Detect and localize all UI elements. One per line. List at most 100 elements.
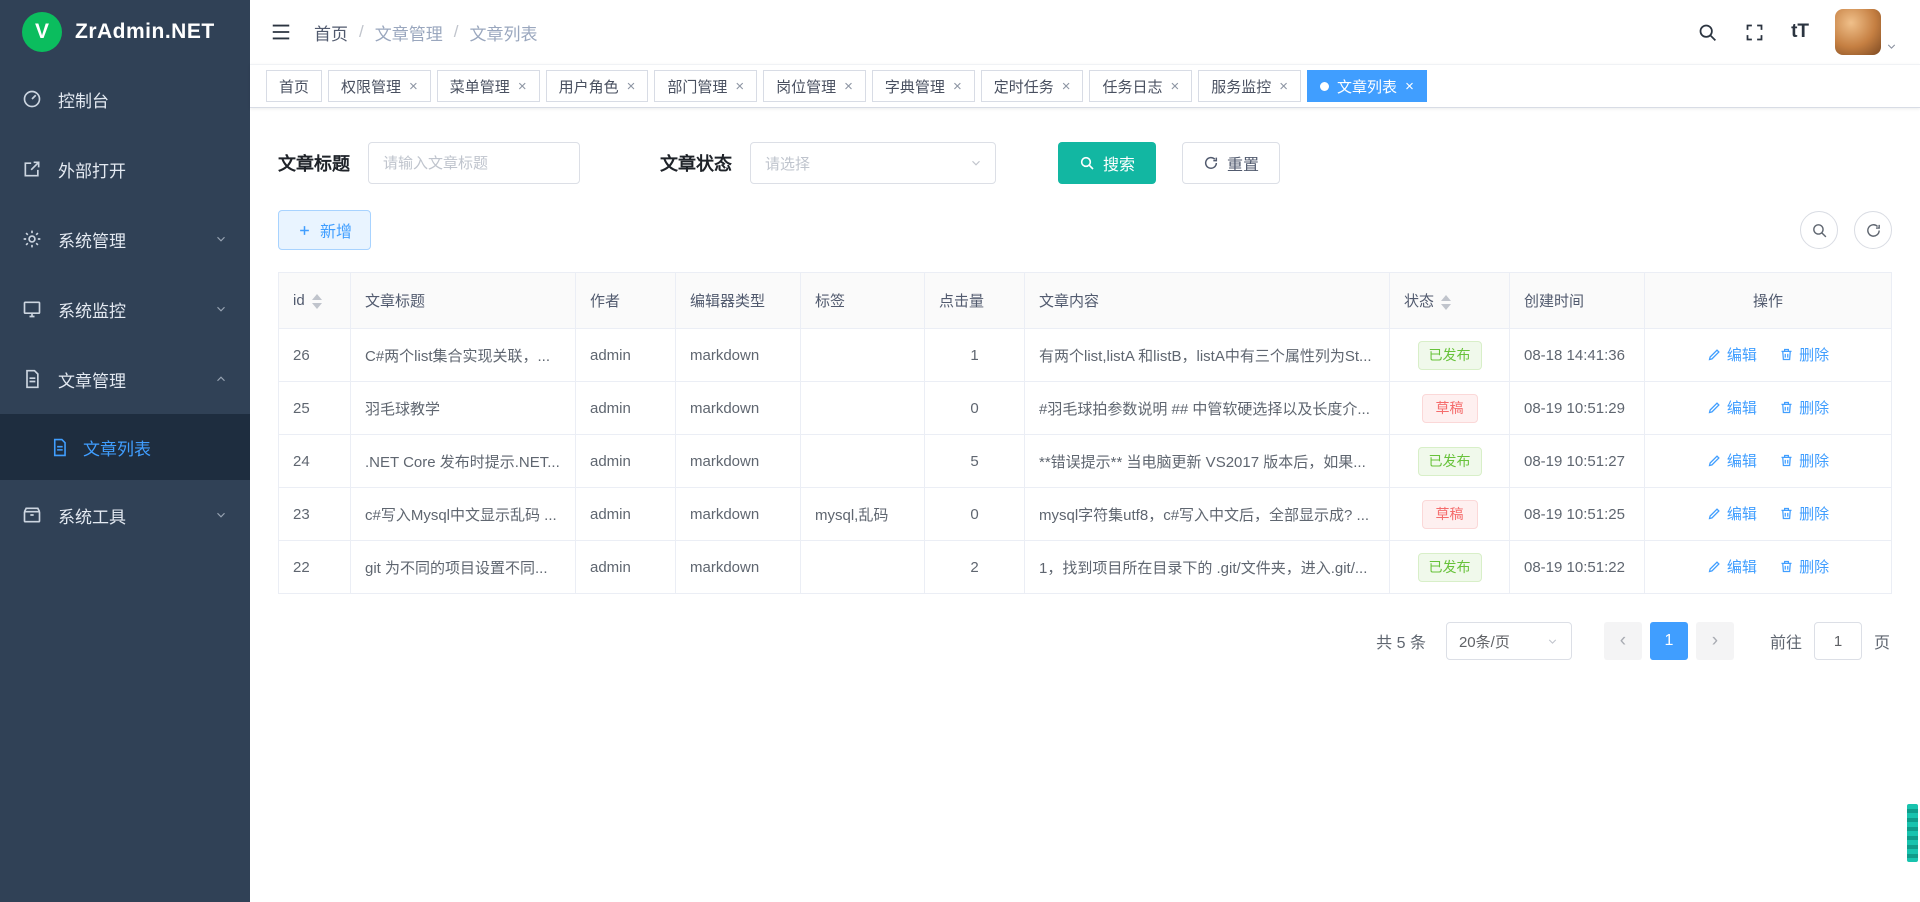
chevron-up-icon bbox=[214, 372, 228, 386]
cell-editor: markdown bbox=[676, 488, 801, 541]
close-icon[interactable]: × bbox=[409, 79, 418, 94]
col-id[interactable]: id bbox=[279, 273, 351, 329]
sort-caret-icon[interactable] bbox=[1441, 295, 1451, 310]
breadcrumb-separator: / bbox=[454, 22, 459, 42]
sidebar: V ZrAdmin.NET 控制台 外部打开 系统管理 系统监控 文章管理 bbox=[0, 0, 250, 902]
delete-link[interactable]: 删除 bbox=[1779, 503, 1829, 524]
tab-label: 服务监控 bbox=[1211, 76, 1271, 97]
select-placeholder: 请选择 bbox=[765, 153, 810, 174]
avatar[interactable] bbox=[1835, 9, 1881, 55]
status-filter-select[interactable]: 请选择 bbox=[750, 142, 996, 184]
cell-created: 08-19 10:51:22 bbox=[1510, 541, 1645, 594]
delete-link[interactable]: 删除 bbox=[1779, 344, 1829, 365]
tab-menu-mgmt[interactable]: 菜单管理 × bbox=[437, 70, 540, 102]
close-icon[interactable]: × bbox=[1062, 79, 1071, 94]
cell-id: 24 bbox=[279, 435, 351, 488]
breadcrumb-item[interactable]: 文章管理 bbox=[375, 20, 443, 45]
page-size-value: 20条/页 bbox=[1459, 631, 1510, 652]
trash-icon bbox=[1779, 347, 1794, 362]
tab-task-log[interactable]: 任务日志 × bbox=[1089, 70, 1192, 102]
cell-actions: 编辑 删除 bbox=[1645, 488, 1892, 541]
tab-label: 用户角色 bbox=[559, 76, 619, 97]
col-status[interactable]: 状态 bbox=[1390, 273, 1510, 329]
delete-link[interactable]: 删除 bbox=[1779, 556, 1829, 577]
tab-permission-mgmt[interactable]: 权限管理 × bbox=[328, 70, 431, 102]
fullscreen-button[interactable] bbox=[1744, 22, 1765, 43]
pagination: 共 5 条 20条/页 ‹ 1 › 前往 页 bbox=[278, 622, 1890, 660]
goto-page-input[interactable] bbox=[1814, 622, 1862, 660]
reset-button[interactable]: 重置 bbox=[1182, 142, 1280, 184]
cell-content: 有两个list,listA 和listB，listA中有三个属性列为St... bbox=[1025, 329, 1390, 382]
header-search-button[interactable] bbox=[1697, 22, 1718, 43]
cell-tags: mysql,乱码 bbox=[801, 488, 925, 541]
delete-link[interactable]: 删除 bbox=[1779, 450, 1829, 471]
close-icon[interactable]: × bbox=[735, 79, 744, 94]
page-unit-label: 页 bbox=[1874, 629, 1890, 653]
search-button[interactable]: 搜索 bbox=[1058, 142, 1156, 184]
delete-link[interactable]: 删除 bbox=[1779, 397, 1829, 418]
tab-scheduled-task[interactable]: 定时任务 × bbox=[981, 70, 1084, 102]
sidebar-item-external[interactable]: 外部打开 bbox=[0, 134, 250, 204]
status-filter-label: 文章状态 bbox=[660, 150, 732, 176]
pencil-icon bbox=[1707, 400, 1722, 415]
breadcrumb-item[interactable]: 文章列表 bbox=[469, 20, 537, 45]
col-created: 创建时间 bbox=[1510, 273, 1645, 329]
refresh-table-button[interactable] bbox=[1854, 211, 1892, 249]
next-page-button[interactable]: › bbox=[1696, 622, 1734, 660]
sidebar-item-system-tools[interactable]: 系统工具 bbox=[0, 480, 250, 550]
close-icon[interactable]: × bbox=[1405, 79, 1414, 94]
close-icon[interactable]: × bbox=[1279, 79, 1288, 94]
pencil-icon bbox=[1707, 506, 1722, 521]
tab-service-monitor[interactable]: 服务监控 × bbox=[1198, 70, 1301, 102]
page-size-select[interactable]: 20条/页 bbox=[1446, 622, 1572, 660]
cell-title: git 为不同的项目设置不同... bbox=[351, 541, 576, 594]
sidebar-item-label: 系统监控 bbox=[58, 297, 126, 322]
edit-link[interactable]: 编辑 bbox=[1707, 397, 1757, 418]
app-title: ZrAdmin.NET bbox=[75, 20, 215, 44]
sidebar-collapse-button[interactable] bbox=[250, 0, 312, 64]
sidebar-item-system-mgmt[interactable]: 系统管理 bbox=[0, 204, 250, 274]
prev-page-button[interactable]: ‹ bbox=[1604, 622, 1642, 660]
current-page[interactable]: 1 bbox=[1650, 622, 1688, 660]
table-row: 22 git 为不同的项目设置不同... admin markdown 2 1，… bbox=[279, 541, 1892, 594]
font-size-button[interactable]: tT bbox=[1791, 21, 1809, 43]
cell-clicks: 5 bbox=[925, 435, 1025, 488]
table-tools bbox=[1800, 211, 1892, 249]
close-icon[interactable]: × bbox=[844, 79, 853, 94]
chevron-down-icon[interactable] bbox=[1885, 40, 1898, 53]
close-icon[interactable]: × bbox=[953, 79, 962, 94]
close-icon[interactable]: × bbox=[1171, 79, 1180, 94]
tab-dict-mgmt[interactable]: 字典管理 × bbox=[872, 70, 975, 102]
close-icon[interactable]: × bbox=[627, 79, 636, 94]
add-button[interactable]: 新增 bbox=[278, 210, 371, 250]
scrollbar-thumb[interactable] bbox=[1907, 804, 1918, 862]
sidebar-item-label: 文章管理 bbox=[58, 367, 126, 392]
toggle-search-button[interactable] bbox=[1800, 211, 1838, 249]
edit-link[interactable]: 编辑 bbox=[1707, 344, 1757, 365]
tab-article-list[interactable]: 文章列表 × bbox=[1307, 70, 1427, 102]
user-menu[interactable] bbox=[1835, 9, 1898, 55]
sidebar-item-article-mgmt[interactable]: 文章管理 bbox=[0, 344, 250, 414]
refresh-icon bbox=[1865, 222, 1882, 239]
logo-icon: V bbox=[22, 12, 62, 52]
edit-link[interactable]: 编辑 bbox=[1707, 450, 1757, 471]
cell-status: 已发布 bbox=[1390, 435, 1510, 488]
cell-content: 1，找到项目所在目录下的 .git/文件夹，进入.git/... bbox=[1025, 541, 1390, 594]
title-filter-input[interactable] bbox=[368, 142, 580, 184]
sidebar-item-dashboard[interactable]: 控制台 bbox=[0, 64, 250, 134]
sidebar-item-label: 系统工具 bbox=[58, 503, 126, 528]
tab-post-mgmt[interactable]: 岗位管理 × bbox=[763, 70, 866, 102]
sort-caret-icon[interactable] bbox=[312, 294, 322, 309]
sidebar-item-system-monitor[interactable]: 系统监控 bbox=[0, 274, 250, 344]
edit-link[interactable]: 编辑 bbox=[1707, 556, 1757, 577]
cell-content: mysql字符集utf8，c#写入中文后，全部显示成? ... bbox=[1025, 488, 1390, 541]
edit-link[interactable]: 编辑 bbox=[1707, 503, 1757, 524]
close-icon[interactable]: × bbox=[518, 79, 527, 94]
breadcrumb-item[interactable]: 首页 bbox=[314, 20, 348, 45]
app-logo[interactable]: V ZrAdmin.NET bbox=[0, 0, 250, 64]
tab-dept-mgmt[interactable]: 部门管理 × bbox=[654, 70, 757, 102]
cell-author: admin bbox=[576, 435, 676, 488]
tab-user-role[interactable]: 用户角色 × bbox=[546, 70, 649, 102]
tab-home[interactable]: 首页 bbox=[266, 70, 322, 102]
sidebar-item-article-list[interactable]: 文章列表 bbox=[0, 414, 250, 480]
